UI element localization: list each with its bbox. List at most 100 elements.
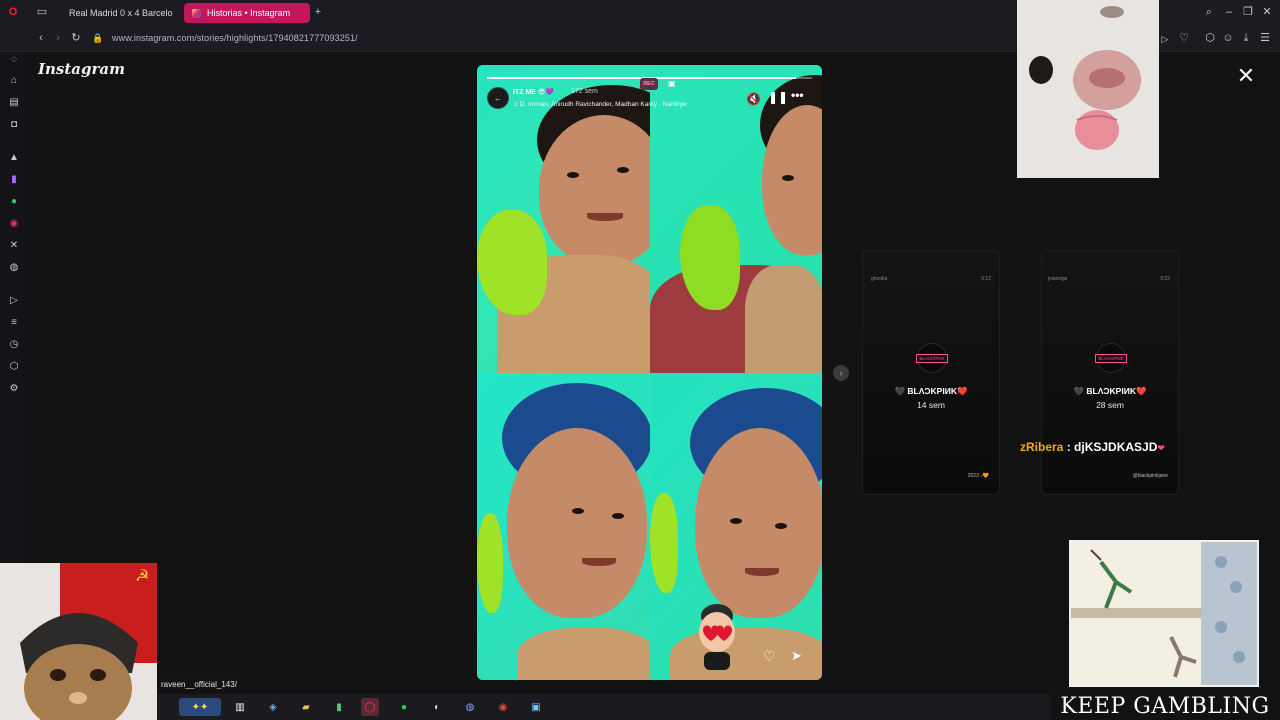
avatar-sticker — [699, 604, 735, 670]
task-view-icon[interactable]: ▥ — [231, 698, 249, 716]
minimize-icon[interactable]: – — [1222, 6, 1236, 18]
reload-icon[interactable]: ↻ — [69, 32, 83, 44]
preview-logo-text: BLACKPINK — [916, 353, 948, 363]
cat-overlay-image — [1017, 0, 1159, 178]
instagram-logo[interactable]: Instagram — [38, 60, 125, 78]
new-tab-button[interactable]: + — [311, 6, 325, 18]
preview-footer: @blackpinkjane — [1132, 473, 1168, 479]
preview-age: 28 sem — [1096, 400, 1124, 410]
cat-face-illustration — [1017, 0, 1159, 178]
instagram-icon — [192, 8, 201, 18]
twitch-icon[interactable]: ▮ — [7, 172, 21, 186]
preview-name: 🖤 BLΛϽKPIИK❤️ — [894, 386, 968, 396]
preview-footer: 2023 ♪🧡 — [967, 473, 989, 479]
close-story-button[interactable]: ✕ — [1234, 64, 1258, 88]
file-explorer-icon[interactable]: ▰ — [297, 698, 315, 716]
aria-icon[interactable]: ▲ — [7, 150, 21, 164]
preview-username: ghoolla — [871, 276, 888, 282]
screen: O ▭ Real Madrid 0 x 4 Barcelo Historias … — [0, 0, 1280, 720]
camera-icon: ▣ — [668, 79, 676, 88]
meme-image — [1069, 540, 1259, 687]
ai-icon[interactable]: ◌ — [7, 52, 21, 66]
play-icon[interactable]: ▷ — [1158, 33, 1172, 45]
story-preview-1[interactable]: ghoolla 0:12 BLACKPINK 🖤 BLΛϽKPIИK❤️ 14 … — [862, 250, 1000, 495]
heart-icon[interactable]: ♡ — [1177, 32, 1191, 44]
settings-icon[interactable]: ⚙ — [7, 381, 21, 395]
preview-avatar: BLACKPINK — [916, 343, 948, 373]
preview-age: 14 sem — [917, 400, 945, 410]
tab-title: Historias • Instagram — [207, 8, 291, 18]
story-media[interactable] — [477, 65, 822, 680]
taskbar: ✦✦ ▥ ◈ ▰ ▮ ◯ ● ◐ ◍ ◉ ▣ — [157, 694, 1050, 720]
send-icon[interactable]: ➤ — [791, 648, 802, 664]
next-story-button[interactable]: › — [833, 365, 849, 381]
recording-badge: REC — [640, 78, 658, 90]
player-icon[interactable]: ▷ — [7, 293, 21, 307]
tab-instagram[interactable]: Historias • Instagram — [184, 3, 310, 23]
webcam-illustration: ☭ — [0, 563, 157, 720]
story-timestamp: 172 sem — [571, 88, 598, 95]
extensions-icon[interactable]: ⬡ — [1203, 32, 1217, 44]
steam-icon[interactable]: ◐ — [428, 698, 446, 716]
discord-icon[interactable]: ◍ — [7, 260, 21, 274]
preview-name: 🖤 BLΛϽKPIИK❤️ — [1073, 386, 1147, 396]
x-icon[interactable]: ✕ — [7, 238, 21, 252]
history-icon[interactable]: ◷ — [7, 337, 21, 351]
tabs-icon[interactable]: ≡ — [7, 315, 21, 329]
chat-username: zRibera — [1020, 440, 1064, 454]
chrome-icon[interactable]: ◉ — [494, 698, 512, 716]
copilot-sparkle-icon[interactable]: ✦✦ — [179, 698, 221, 716]
opera-taskbar-icon[interactable]: ◯ — [361, 698, 379, 716]
chat-message: zRibera : djKSJDKASJD❤ — [1020, 440, 1165, 454]
music-icon: ♫ — [513, 101, 520, 108]
pause-icon[interactable]: ❚❚ — [768, 90, 788, 104]
chat-heart-icon: ❤ — [1157, 443, 1165, 453]
more-options-icon[interactable]: ••• — [791, 88, 804, 102]
maximize-icon[interactable]: ❐ — [1241, 6, 1255, 18]
profile-icon[interactable]: ☺ — [1221, 32, 1235, 44]
mute-icon[interactable]: 🔇 — [746, 92, 761, 106]
forward-icon[interactable]: › — [51, 32, 65, 44]
pinboard-icon[interactable]: ▤ — [7, 95, 21, 109]
discord-taskbar-icon[interactable]: ◍ — [461, 698, 479, 716]
meme-illustration — [1071, 542, 1257, 685]
preview-duration: 0:12 — [981, 276, 991, 282]
tab-list-icon[interactable]: ▭ — [35, 6, 49, 18]
meme-caption: KEEP GAMBLING — [1060, 694, 1270, 719]
chat-separator: : — [1063, 440, 1075, 454]
whatsapp-icon[interactable]: ● — [7, 194, 21, 208]
copilot-icon[interactable]: ◈ — [264, 698, 282, 716]
instagram-sidebar-icon[interactable]: ◉ — [7, 216, 21, 230]
story-song-title: D. Imman, Anirudh Ravichander, Madhan Ka… — [519, 101, 687, 108]
bag-icon[interactable]: ⌂ — [7, 73, 21, 87]
preview-avatar: BLACKPINK — [1095, 343, 1127, 373]
download-icon[interactable]: ⤓ — [1239, 32, 1253, 44]
search-tabs-icon[interactable]: ⌕ — [1202, 6, 1216, 18]
window-icon[interactable]: ▣ — [527, 698, 545, 716]
story-song[interactable]: ♫ D. Imman, Anirudh Ravichander, Madhan … — [513, 101, 687, 108]
messenger-icon[interactable]: ◘ — [7, 117, 21, 131]
story-photo-2 — [650, 65, 822, 373]
opera-menu-icon[interactable]: O — [6, 6, 20, 18]
chat-text: djKSJDKASJD — [1074, 440, 1158, 454]
tab-title: Real Madrid 0 x 4 Barcelo — [69, 8, 173, 18]
spotify-icon[interactable]: ● — [395, 698, 413, 716]
streamer-webcam: ☭ — [0, 563, 157, 720]
url-field[interactable]: www.instagram.com/stories/highlights/179… — [112, 33, 358, 43]
like-icon[interactable]: ♡ — [763, 648, 776, 665]
lock-icon: 🔒 — [92, 33, 104, 43]
close-window-icon[interactable]: ✕ — [1260, 6, 1274, 18]
story-photo-3 — [477, 373, 650, 680]
back-icon[interactable]: ‹ — [34, 32, 48, 44]
story-user-avatar[interactable]: ← — [487, 87, 509, 109]
story-preview-2[interactable]: jxiaoxige 0:22 BLACKPINK 🖤 BLΛϽKPIИK❤️ 2… — [1041, 250, 1179, 495]
webcam-handle: raveen__official_143/ — [157, 678, 241, 691]
extensions-sidebar-icon[interactable]: ⬡ — [7, 359, 21, 373]
preview-logo-text: BLACKPINK — [1095, 353, 1127, 363]
app-icon[interactable]: ▮ — [330, 698, 348, 716]
story-username[interactable]: ITZ ME 😎💜 — [513, 88, 554, 96]
easy-setup-icon[interactable]: ☰ — [1258, 32, 1272, 44]
preview-username: jxiaoxige — [1048, 276, 1068, 282]
tab-youtube[interactable]: Real Madrid 0 x 4 Barcelo — [55, 3, 177, 23]
story-photo-1 — [477, 65, 650, 373]
